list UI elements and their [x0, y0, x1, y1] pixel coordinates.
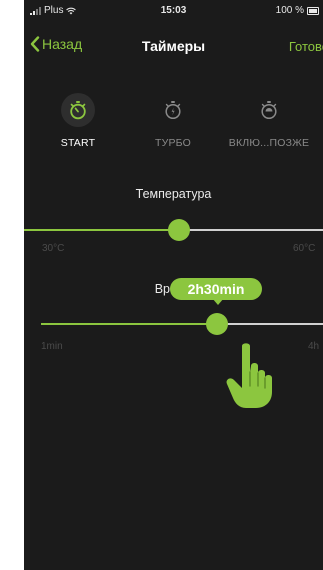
duration-max-label: 4h	[308, 341, 320, 352]
duration-value-bubble: 2h30min	[170, 278, 262, 300]
temperature-min-label: 30°C	[42, 243, 65, 254]
mode-delayed-label: ВКЛЮ...ПОЗЖЕ	[228, 137, 310, 149]
battery-icon	[307, 6, 319, 15]
duration-bubble-pointer	[212, 298, 224, 305]
status-right: 100 %	[276, 5, 319, 16]
stopwatch-icon	[70, 101, 86, 120]
done-button[interactable]: Готово	[289, 39, 323, 54]
duration-slider-thumb[interactable]	[206, 313, 228, 335]
temperature-track-empty	[180, 229, 323, 231]
duration-track-empty	[217, 323, 323, 325]
navigation-bar: Назад Таймеры Готово	[24, 30, 323, 60]
app-screen: Plus 15:03 100 % Назад Таймеры Готово	[24, 0, 323, 570]
duration-track-filled	[41, 323, 217, 325]
pointing-hand-icon	[226, 343, 272, 408]
mode-delayed-start[interactable]: ВКЛЮ...ПОЗЖЕ	[224, 93, 314, 149]
mode-start[interactable]: START	[33, 93, 123, 149]
turbo-stopwatch-icon	[165, 101, 181, 120]
temperature-label: Температура	[135, 187, 212, 201]
duration-min-label: 1min	[41, 341, 63, 352]
mode-delayed-icon-wrap	[252, 93, 286, 127]
mode-turbo-label: ТУРБО	[154, 137, 192, 149]
page-title: Таймеры	[141, 38, 206, 54]
mode-start-icon-wrap	[61, 93, 95, 127]
battery-percent: 100 %	[275, 5, 304, 16]
status-bar: Plus 15:03 100 %	[24, 0, 323, 22]
temperature-slider-thumb[interactable]	[168, 219, 190, 241]
temperature-max-label: 60°C	[293, 243, 316, 254]
delayed-start-icon	[261, 101, 277, 120]
mode-start-label: START	[60, 137, 96, 149]
mode-turbo-icon-wrap	[156, 93, 190, 127]
mode-turbo[interactable]: ТУРБО	[128, 93, 218, 149]
temperature-track-filled	[24, 229, 180, 231]
